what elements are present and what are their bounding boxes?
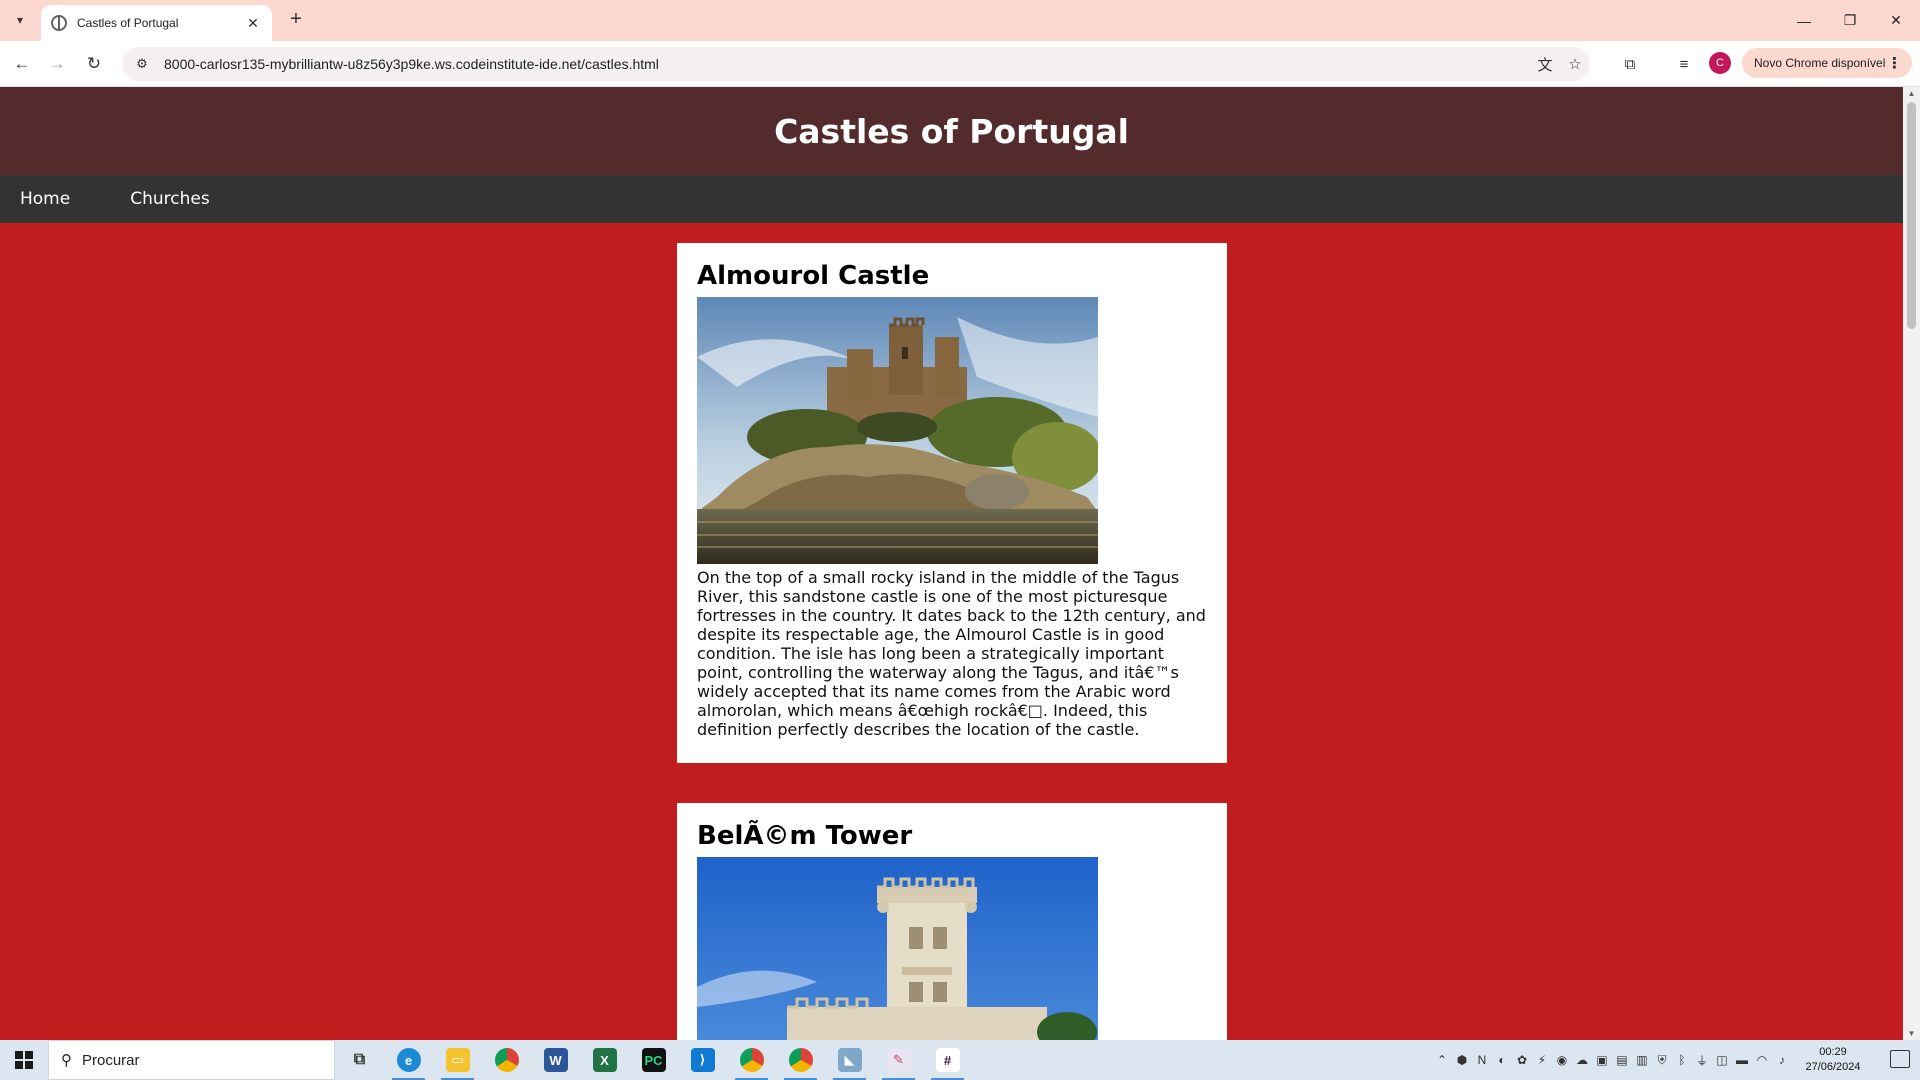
tray-app-icon[interactable]: ✿ xyxy=(1512,1040,1532,1080)
scroll-up-arrow-icon[interactable]: ▲ xyxy=(1907,89,1916,98)
notification-center-icon[interactable] xyxy=(1890,1050,1910,1068)
media-queue-icon[interactable]: ≡ xyxy=(1670,50,1698,78)
volume-icon[interactable]: ♪ xyxy=(1772,1040,1792,1080)
browser-tab-active[interactable]: Castles of Portugal ✕ xyxy=(41,5,272,41)
tray-defender-icon[interactable]: ⛨ xyxy=(1652,1040,1672,1080)
task-view-icon[interactable]: ⧉ xyxy=(335,1040,384,1080)
castle-description: On the top of a small rocky island in th… xyxy=(697,568,1206,739)
tray-steam-icon[interactable]: ◉ xyxy=(1552,1040,1572,1080)
site-title: Castles of Portugal xyxy=(774,111,1129,151)
globe-icon xyxy=(51,15,67,31)
profile-avatar[interactable]: C xyxy=(1709,52,1731,74)
restore-icon[interactable]: ❐ xyxy=(1827,0,1873,41)
url-text[interactable]: 8000-carlosr135-mybrilliantw-u8z56y3p9ke… xyxy=(164,56,1530,72)
back-arrow-icon[interactable]: ← xyxy=(8,50,36,78)
scrollbar-thumb[interactable] xyxy=(1907,102,1916,329)
update-label: Novo Chrome disponível xyxy=(1754,56,1886,70)
tray-onenote-icon[interactable]: N xyxy=(1472,1040,1492,1080)
almourol-castle-photo xyxy=(697,297,1098,564)
nav-link-churches[interactable]: Churches xyxy=(130,189,209,209)
tray-app-icon[interactable]: ◫ xyxy=(1712,1040,1732,1080)
kebab-menu-icon[interactable]: ⋮ xyxy=(1887,54,1902,72)
site-header: Castles of Portugal xyxy=(0,87,1903,175)
extensions-puzzle-icon[interactable]: ⧉ xyxy=(1616,50,1644,78)
file-explorer-icon[interactable]: ▭ xyxy=(433,1040,482,1080)
excel-icon[interactable]: X xyxy=(580,1040,629,1080)
browser-tabstrip: ▾ Castles of Portugal ✕ + — ❐ ✕ xyxy=(0,0,1920,41)
chrome-icon[interactable] xyxy=(482,1040,531,1080)
paint-icon[interactable]: ✎ xyxy=(874,1040,923,1080)
tab-search-chevron-icon[interactable]: ▾ xyxy=(6,8,34,32)
chrome-update-button[interactable]: Novo Chrome disponível ⋮ xyxy=(1742,48,1912,78)
slack-icon[interactable]: # xyxy=(923,1040,972,1080)
tray-app-icon[interactable]: ▥ xyxy=(1632,1040,1652,1080)
castle-heading: Almourol Castle xyxy=(697,261,930,291)
scroll-down-arrow-icon[interactable]: ▼ xyxy=(1907,1029,1916,1038)
pycharm-icon[interactable]: PC xyxy=(629,1040,678,1080)
reload-icon[interactable]: ↻ xyxy=(80,50,108,78)
search-icon: ⚲ xyxy=(61,1052,72,1069)
system-tray: ⌃ ⬢ N ◐ ✿ ⚡ ◉ ☁ ▣ ▤ ▥ ⛨ ᛒ ⏚ ◫ ▬ ◠ ♪ 00:2… xyxy=(1432,1040,1874,1080)
chrome-profile-icon[interactable] xyxy=(727,1040,776,1080)
tray-app-icon[interactable]: ▣ xyxy=(1592,1040,1612,1080)
battery-icon[interactable]: ▬ xyxy=(1732,1040,1752,1080)
windows-logo-icon xyxy=(15,1051,33,1069)
castle-card-almourol: Almourol Castle On the top of a small ro… xyxy=(677,243,1227,763)
bluetooth-icon[interactable]: ᛒ xyxy=(1672,1040,1692,1080)
browser-toolbar: ← → ↻ ⚙ 8000-carlosr135-mybrilliantw-u8z… xyxy=(0,41,1920,87)
app-icon[interactable]: ◣ xyxy=(825,1040,874,1080)
taskbar-search-box[interactable]: ⚲ Procurar xyxy=(48,1040,335,1080)
windows-start-button[interactable] xyxy=(0,1040,48,1080)
clock-time: 00:29 xyxy=(1819,1046,1847,1058)
tab-close-icon[interactable]: ✕ xyxy=(244,15,262,32)
taskbar-search-placeholder: Procurar xyxy=(82,1051,140,1069)
usb-icon[interactable]: ⏚ xyxy=(1692,1040,1712,1080)
castle-card-belem: BelÃ©m Tower xyxy=(677,803,1227,1040)
nav-link-home[interactable]: Home xyxy=(20,189,70,209)
taskbar-clock[interactable]: 00:29 27/06/2024 xyxy=(1792,1045,1874,1075)
tray-app-icon[interactable]: ☁ xyxy=(1572,1040,1592,1080)
clock-date: 27/06/2024 xyxy=(1805,1061,1861,1073)
castle-heading: BelÃ©m Tower xyxy=(697,821,913,851)
close-window-icon[interactable]: ✕ xyxy=(1873,0,1919,41)
site-info-icon[interactable]: ⚙ xyxy=(132,54,152,74)
page-viewport: Castles of Portugal Home Churches Almour… xyxy=(0,87,1903,1040)
tab-title: Castles of Portugal xyxy=(77,16,179,30)
bookmark-star-icon[interactable]: ☆ xyxy=(1560,50,1590,78)
page-scrollbar[interactable]: ▲ ▼ xyxy=(1903,87,1920,1040)
belem-tower-photo xyxy=(697,857,1098,1040)
tray-app-icon[interactable]: ⬢ xyxy=(1452,1040,1472,1080)
tray-app-icon[interactable]: ⚡ xyxy=(1532,1040,1552,1080)
minimize-icon[interactable]: — xyxy=(1781,0,1827,41)
translate-icon[interactable]: 文 xyxy=(1530,50,1560,78)
windows-taskbar: ⚲ Procurar ⧉ e ▭ W X PC ⟩ ◣ ✎ # ⌃ ⬢ N ◐ … xyxy=(0,1040,1920,1080)
word-icon[interactable]: W xyxy=(531,1040,580,1080)
forward-arrow-icon[interactable]: → xyxy=(43,50,71,78)
tray-app-icon[interactable]: ◐ xyxy=(1492,1040,1512,1080)
address-bar[interactable]: ⚙ 8000-carlosr135-mybrilliantw-u8z56y3p9… xyxy=(122,47,1590,81)
tray-app-icon[interactable]: ▤ xyxy=(1612,1040,1632,1080)
chrome-profile-2-icon[interactable] xyxy=(776,1040,825,1080)
site-nav: Home Churches xyxy=(0,175,1903,223)
wifi-icon[interactable]: ◠ xyxy=(1752,1040,1772,1080)
edge-browser-icon[interactable]: e xyxy=(384,1040,433,1080)
new-tab-plus-icon[interactable]: + xyxy=(282,8,310,32)
tray-overflow-icon[interactable]: ⌃ xyxy=(1432,1040,1452,1080)
vscode-icon[interactable]: ⟩ xyxy=(678,1040,727,1080)
